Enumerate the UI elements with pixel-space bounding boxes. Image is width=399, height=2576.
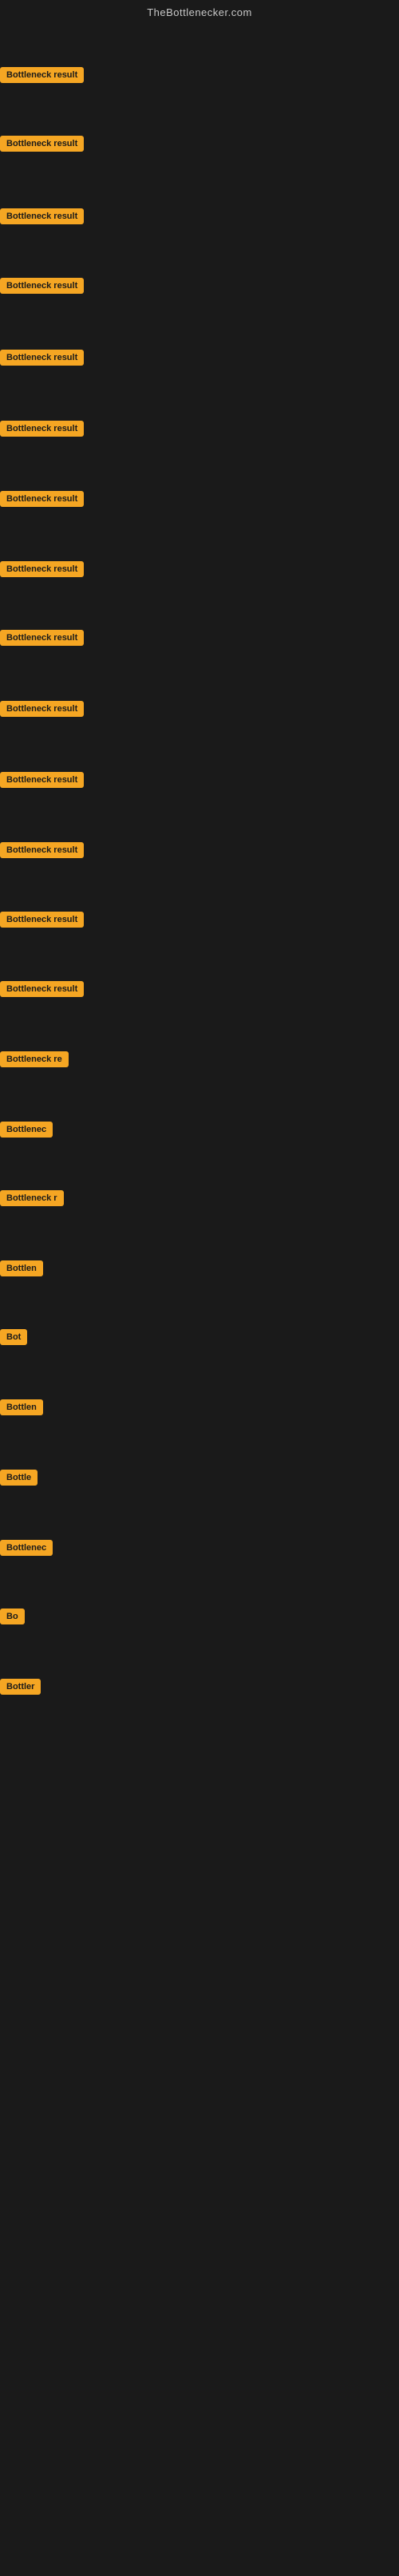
bottleneck-badge-2: Bottleneck result	[0, 136, 84, 152]
bottleneck-item-16[interactable]: Bottlenec	[0, 1122, 53, 1142]
bottleneck-item-24[interactable]: Bottler	[0, 1679, 41, 1699]
bottleneck-badge-1: Bottleneck result	[0, 67, 84, 83]
bottleneck-badge-11: Bottleneck result	[0, 772, 84, 788]
bottleneck-badge-22: Bottlenec	[0, 1540, 53, 1556]
bottleneck-item-3[interactable]: Bottleneck result	[0, 208, 84, 228]
bottleneck-item-22[interactable]: Bottlenec	[0, 1540, 53, 1560]
bottleneck-item-15[interactable]: Bottleneck re	[0, 1051, 69, 1071]
bottleneck-item-11[interactable]: Bottleneck result	[0, 772, 84, 792]
bottleneck-item-23[interactable]: Bo	[0, 1609, 25, 1628]
bottleneck-badge-5: Bottleneck result	[0, 350, 84, 366]
bottleneck-badge-19: Bot	[0, 1329, 27, 1345]
bottleneck-badge-18: Bottlen	[0, 1260, 43, 1276]
bottleneck-badge-3: Bottleneck result	[0, 208, 84, 224]
bottleneck-item-20[interactable]: Bottlen	[0, 1399, 43, 1419]
bottleneck-badge-7: Bottleneck result	[0, 491, 84, 507]
bottleneck-item-12[interactable]: Bottleneck result	[0, 842, 84, 862]
site-header: TheBottlenecker.com	[0, 0, 399, 22]
bottleneck-item-5[interactable]: Bottleneck result	[0, 350, 84, 370]
bottleneck-item-8[interactable]: Bottleneck result	[0, 561, 84, 581]
bottleneck-item-9[interactable]: Bottleneck result	[0, 630, 84, 650]
bottleneck-item-19[interactable]: Bot	[0, 1329, 27, 1349]
site-title: TheBottlenecker.com	[147, 6, 252, 18]
bottleneck-badge-16: Bottlenec	[0, 1122, 53, 1138]
bottleneck-item-17[interactable]: Bottleneck r	[0, 1190, 64, 1210]
bottleneck-badge-4: Bottleneck result	[0, 278, 84, 294]
bottleneck-item-7[interactable]: Bottleneck result	[0, 491, 84, 511]
bottleneck-badge-21: Bottle	[0, 1470, 38, 1486]
bottleneck-item-1[interactable]: Bottleneck result	[0, 67, 84, 87]
bottleneck-badge-23: Bo	[0, 1609, 25, 1624]
bottleneck-badge-8: Bottleneck result	[0, 561, 84, 577]
bottleneck-item-21[interactable]: Bottle	[0, 1470, 38, 1490]
bottleneck-badge-10: Bottleneck result	[0, 701, 84, 717]
bottleneck-item-6[interactable]: Bottleneck result	[0, 421, 84, 441]
bottleneck-item-2[interactable]: Bottleneck result	[0, 136, 84, 156]
bottleneck-badge-24: Bottler	[0, 1679, 41, 1695]
bottleneck-badge-17: Bottleneck r	[0, 1190, 64, 1206]
bottleneck-badge-6: Bottleneck result	[0, 421, 84, 437]
bottleneck-badge-15: Bottleneck re	[0, 1051, 69, 1067]
bottleneck-item-13[interactable]: Bottleneck result	[0, 912, 84, 932]
bottleneck-item-4[interactable]: Bottleneck result	[0, 278, 84, 298]
bottleneck-badge-20: Bottlen	[0, 1399, 43, 1415]
bottleneck-item-10[interactable]: Bottleneck result	[0, 701, 84, 721]
bottleneck-badge-13: Bottleneck result	[0, 912, 84, 928]
bottleneck-badge-9: Bottleneck result	[0, 630, 84, 646]
bottleneck-badge-14: Bottleneck result	[0, 981, 84, 997]
bottleneck-item-18[interactable]: Bottlen	[0, 1260, 43, 1280]
bottleneck-badge-12: Bottleneck result	[0, 842, 84, 858]
bottleneck-item-14[interactable]: Bottleneck result	[0, 981, 84, 1001]
